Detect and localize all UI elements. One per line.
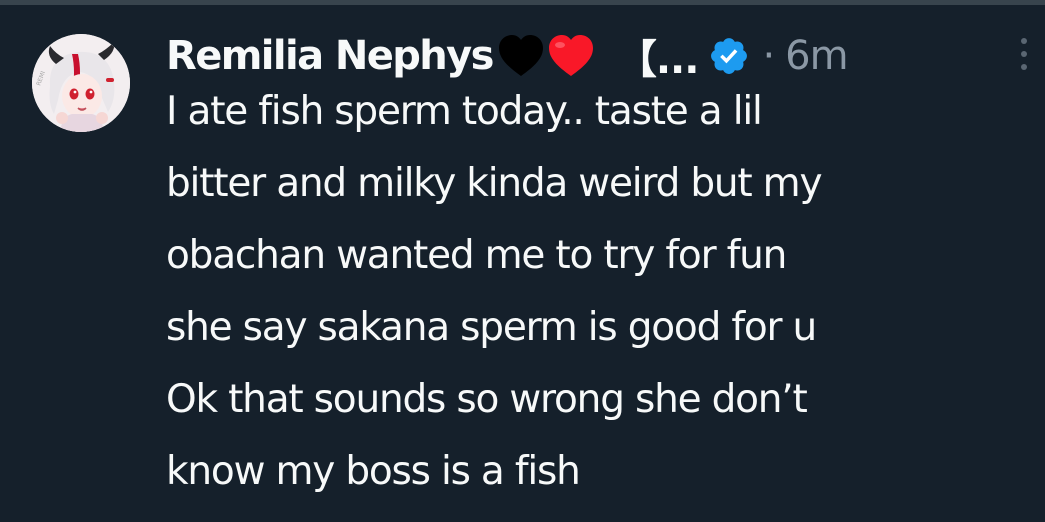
tweet-text-line: know my boss is a fish	[166, 449, 581, 494]
tweet-text-line: she say sakana sperm is good for u	[166, 305, 817, 350]
verified-badge-icon[interactable]	[708, 35, 750, 77]
author-display-name[interactable]: Remilia Nephys	[166, 33, 494, 79]
black-heart-icon	[498, 35, 543, 76]
tweet-text: I ate fish sperm today.. taste a lil bit…	[166, 76, 1036, 508]
tweet-timestamp[interactable]: 6m	[785, 33, 848, 79]
tweet-text-line: I ate fish sperm today.. taste a lil	[166, 89, 763, 134]
tweet-text-line: bitter and milky kinda weird but my	[166, 161, 823, 206]
tweet-body: Remilia Nephys 【... · 6m I ate fish sper…	[166, 24, 1036, 508]
red-heart-icon	[548, 35, 593, 76]
more-options-icon[interactable]	[1014, 38, 1034, 78]
avatar-image: REMI	[32, 34, 130, 132]
tweet-text-line: obachan wanted me to try for fun	[166, 233, 787, 278]
tweet-text-line: Ok that sounds so wrong she don’t	[166, 377, 808, 422]
top-divider	[0, 0, 1045, 5]
avatar[interactable]: REMI	[32, 34, 130, 132]
name-emoji	[497, 34, 595, 78]
header-separator: ·	[762, 33, 776, 79]
